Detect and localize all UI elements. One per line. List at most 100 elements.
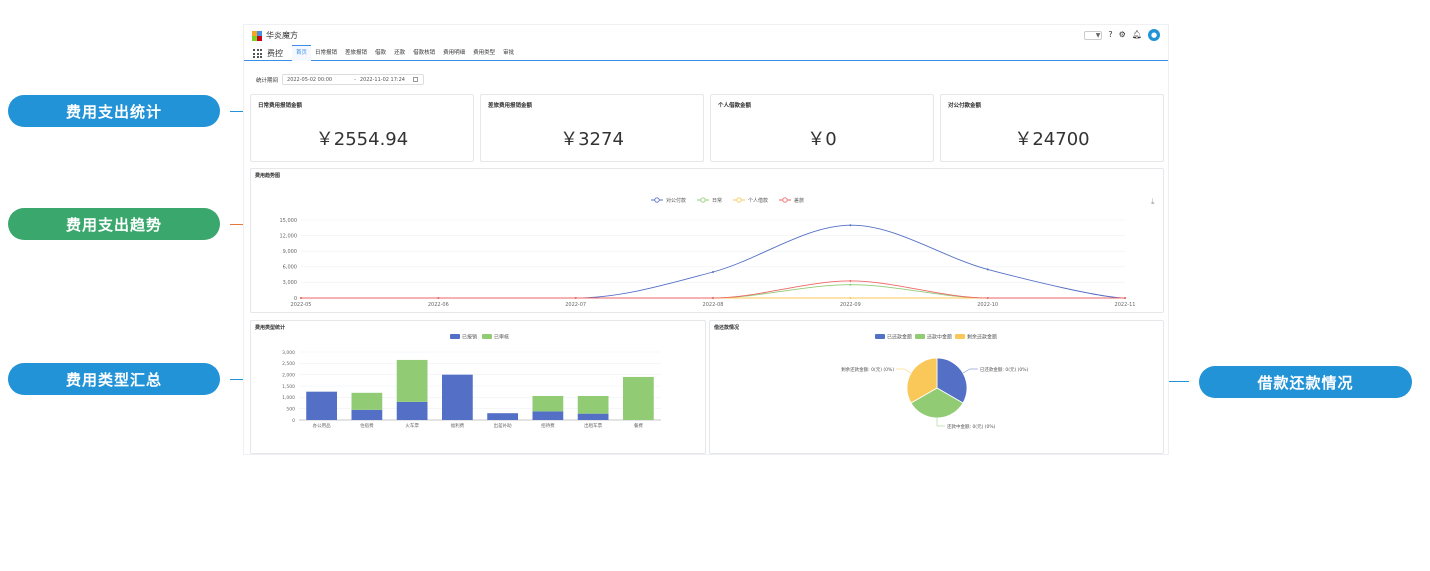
- series-line: [300, 280, 1125, 299]
- legend-item: 差旅: [779, 197, 804, 204]
- language-select[interactable]: ▼: [1084, 30, 1103, 40]
- user-avatar-icon[interactable]: ●: [1148, 29, 1160, 41]
- nav-tab[interactable]: 费用明细: [439, 45, 469, 61]
- legend-label: 差旅: [794, 197, 804, 204]
- legend-label: 日常: [712, 197, 722, 204]
- loan-panel: 借还款情况 已还款金额 还款中金额 剩余还款金额已还款金额: 0(元) (0%) 还款…: [709, 320, 1164, 454]
- pie-label: 还款中金额: 0(元) (0%): [947, 423, 996, 430]
- bar: [577, 413, 609, 420]
- nav-tab[interactable]: 首页: [292, 45, 312, 61]
- stat-value: ￥3274: [560, 129, 624, 150]
- nav-tab[interactable]: 日常报销: [311, 45, 341, 61]
- app-logo-icon: [252, 31, 262, 41]
- question-icon[interactable]: ?: [1108, 30, 1112, 40]
- stat-label: 对公付款金额: [948, 103, 982, 109]
- nav-tab[interactable]: 借款: [371, 45, 390, 61]
- x-tick-label: 2022-08: [703, 302, 724, 308]
- legend-swatch: [915, 334, 925, 339]
- x-tick-label: 餐费: [634, 422, 643, 429]
- data-point: [849, 283, 852, 286]
- legend-marker: [700, 197, 706, 203]
- bar: [577, 395, 609, 414]
- legend-label: 已审核: [494, 334, 509, 341]
- stat-card-daily: 日常费用报销金额 ￥2554.94: [250, 94, 474, 162]
- legend-marker: [782, 197, 788, 203]
- app-launcher-icon[interactable]: [253, 49, 262, 58]
- legend-swatch: [955, 334, 965, 339]
- data-point: [986, 268, 989, 271]
- y-tick-label: 500: [286, 406, 295, 412]
- bar: [622, 376, 654, 420]
- legend-label: 对公付款: [666, 197, 686, 204]
- legend-label: 个人借款: [748, 197, 768, 204]
- data-point: [1124, 297, 1126, 299]
- legend-swatch: [450, 334, 460, 339]
- y-tick-label: 3,000: [282, 350, 295, 356]
- y-tick-label: 2,000: [282, 372, 295, 378]
- nav-tab[interactable]: 差旅报销: [341, 45, 371, 61]
- calendar-icon[interactable]: [413, 77, 419, 82]
- y-tick-label: 12,000: [280, 233, 298, 239]
- legend-item: 已审核: [482, 334, 509, 341]
- stat-label: 日常费用报销金额: [258, 103, 303, 109]
- bar: [487, 413, 519, 420]
- legend-label: 已还款金额: [887, 334, 912, 341]
- series-line: [300, 224, 1126, 299]
- y-tick-label: 2,500: [282, 361, 295, 367]
- type-panel: 费用类型统计 已报销 已审核 0 500 1,000 1,500 2,000 2,500 3,0…: [250, 320, 706, 454]
- x-tick-label: 2022-11: [1115, 302, 1136, 308]
- download-icon: ⤓: [1151, 197, 1155, 206]
- period-filter: 统计期间 2022-05-02 00:00 - 2022-11-02 17:24: [256, 74, 425, 85]
- data-point: [300, 297, 302, 299]
- nav-brand: 费控: [267, 49, 283, 58]
- bar: [532, 411, 564, 420]
- x-tick-label: 2022-10: [977, 302, 998, 308]
- period-range-input[interactable]: 2022-05-02 00:00 - 2022-11-02 17:24: [282, 74, 425, 85]
- trend-chart: 对公付款 日常 个人借款 差旅 ⤓ 0 3,000 6,000 9,000 12,000 15,00…: [280, 197, 1156, 308]
- legend-item: 还款中金额: [915, 334, 952, 341]
- nav-tab[interactable]: 还款: [390, 45, 409, 61]
- y-tick-label: 3,000: [283, 280, 297, 286]
- period-separator: -: [354, 76, 356, 83]
- legend-item: 个人借款: [733, 197, 768, 204]
- legend-marker: [736, 197, 742, 203]
- nav-tab[interactable]: 借款核销: [409, 45, 439, 61]
- data-point: [849, 224, 852, 227]
- y-tick-label: 0: [292, 418, 295, 424]
- bar: [441, 374, 473, 420]
- gear-icon[interactable]: ⚙: [1119, 30, 1126, 40]
- stat-value: ￥0: [807, 129, 837, 150]
- stat-value: ￥24700: [1014, 129, 1090, 150]
- nav-tab[interactable]: 费用类型: [469, 45, 499, 61]
- callout-type-summary: 费用类型汇总: [8, 363, 220, 395]
- data-point: [849, 297, 852, 299]
- legend-marker: [654, 197, 660, 203]
- y-tick-label: 6,000: [283, 265, 297, 271]
- panel-title: 借还款情况: [714, 325, 740, 331]
- bell-icon[interactable]: 🔔︎: [1132, 30, 1142, 40]
- pie-label: 剩余还款金额: 0(元) (0%): [841, 366, 894, 373]
- y-tick-label: 15,000: [280, 218, 298, 224]
- x-tick-label: 火车票: [405, 422, 419, 429]
- app-window: 华炎魔方 ▼ ? ⚙ 🔔︎ ● 费控 首页 日常报销 差旅报销 借款 还款 借款核销 费用明…: [243, 24, 1169, 455]
- x-tick-label: 招待费: [541, 422, 555, 429]
- pie-label: 已还款金额: 0(元) (0%): [980, 366, 1029, 373]
- stat-card-travel: 差旅费用报销金额 ￥3274: [480, 94, 704, 162]
- callout-loan-repay: 借款还款情况: [1199, 366, 1412, 398]
- bar: [532, 395, 564, 412]
- legend-label: 剩余还款金额: [967, 334, 997, 341]
- bar: [396, 359, 428, 402]
- callout-expense-trend: 费用支出趋势: [8, 208, 220, 240]
- y-tick-label: 0: [294, 296, 297, 302]
- legend-item: 日常: [697, 197, 722, 204]
- stat-card-loan: 个人借款金额 ￥0: [710, 94, 934, 162]
- nav-tab[interactable]: 审批: [499, 45, 518, 61]
- data-point: [849, 279, 852, 282]
- legend-item: 剩余还款金额: [955, 334, 997, 341]
- stat-value: ￥2554.94: [315, 129, 409, 150]
- x-tick-label: 住宿费: [360, 422, 374, 429]
- stat-label: 差旅费用报销金额: [488, 103, 533, 109]
- data-point: [574, 297, 577, 299]
- x-tick-label: 2022-09: [840, 302, 861, 308]
- legend-swatch: [482, 334, 492, 339]
